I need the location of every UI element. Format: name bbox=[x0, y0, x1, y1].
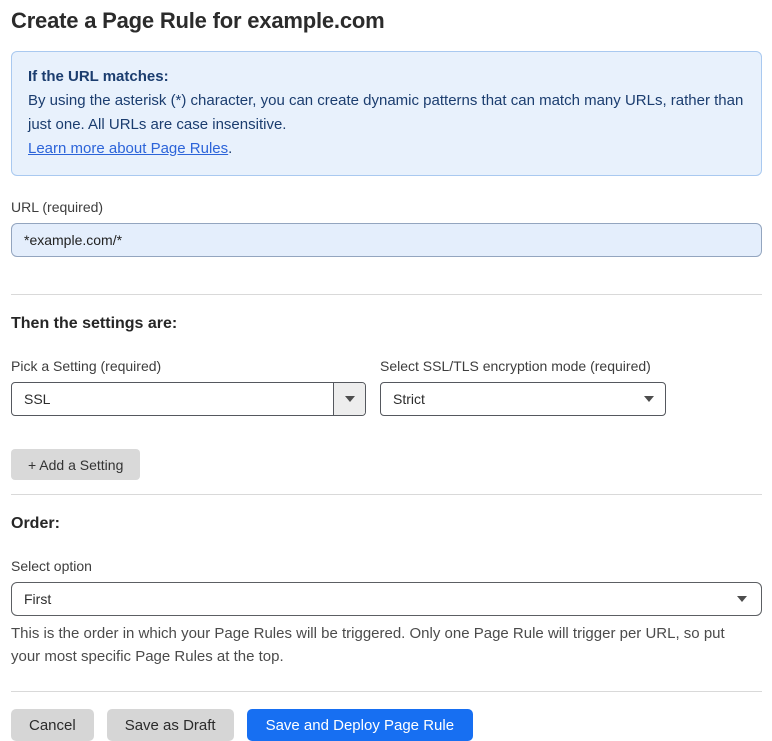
settings-section-heading: Then the settings are: bbox=[11, 315, 178, 332]
save-and-deploy-button[interactable]: Save and Deploy Page Rule bbox=[246, 709, 474, 741]
save-as-draft-button[interactable]: Save as Draft bbox=[106, 709, 234, 741]
mode-select-value: Strict bbox=[393, 391, 425, 407]
divider bbox=[11, 494, 762, 495]
divider bbox=[11, 691, 762, 692]
settings-row: Pick a Setting (required) SSL Select SSL… bbox=[11, 358, 762, 416]
footer-button-row: Cancel Save as Draft Save and Deploy Pag… bbox=[11, 709, 762, 741]
order-help-text: This is the order in which your Page Rul… bbox=[11, 625, 725, 665]
chevron-down-icon bbox=[737, 596, 747, 602]
url-input[interactable] bbox=[11, 223, 762, 257]
setting-select-arrow-cell bbox=[333, 383, 365, 415]
encryption-mode-column: Select SSL/TLS encryption mode (required… bbox=[380, 358, 666, 416]
setting-select[interactable]: SSL bbox=[11, 382, 366, 416]
info-box-link-line: Learn more about Page Rules. bbox=[28, 137, 745, 161]
page-rule-form: Create a Page Rule for example.com If th… bbox=[0, 0, 772, 741]
encryption-mode-select[interactable]: Strict bbox=[380, 382, 666, 416]
setting-picker-column: Pick a Setting (required) SSL bbox=[11, 358, 366, 416]
chevron-down-icon bbox=[644, 396, 654, 402]
page-title: Create a Page Rule for example.com bbox=[11, 8, 385, 33]
info-box-body: By using the asterisk (*) character, you… bbox=[28, 92, 744, 133]
setting-select-value: SSL bbox=[24, 391, 51, 407]
chevron-down-icon bbox=[344, 396, 355, 402]
url-match-info-box: If the URL matches: By using the asteris… bbox=[11, 51, 762, 176]
setting-select-label: Pick a Setting (required) bbox=[11, 358, 162, 374]
learn-more-link[interactable]: Learn more about Page Rules bbox=[28, 140, 228, 157]
divider bbox=[11, 294, 762, 295]
url-field-label: URL (required) bbox=[11, 199, 104, 215]
order-select-label: Select option bbox=[11, 558, 92, 574]
link-suffix: . bbox=[228, 140, 233, 157]
cancel-button[interactable]: Cancel bbox=[11, 709, 94, 741]
mode-select-label: Select SSL/TLS encryption mode (required… bbox=[380, 358, 651, 374]
mode-select-arrow-cell bbox=[633, 383, 665, 415]
order-section-heading: Order: bbox=[11, 515, 60, 532]
order-select[interactable]: First bbox=[11, 582, 762, 616]
add-setting-button[interactable]: + Add a Setting bbox=[11, 449, 141, 480]
order-select-arrow-cell bbox=[723, 583, 761, 615]
order-select-value: First bbox=[24, 591, 52, 607]
info-box-heading: If the URL matches: bbox=[28, 68, 169, 85]
